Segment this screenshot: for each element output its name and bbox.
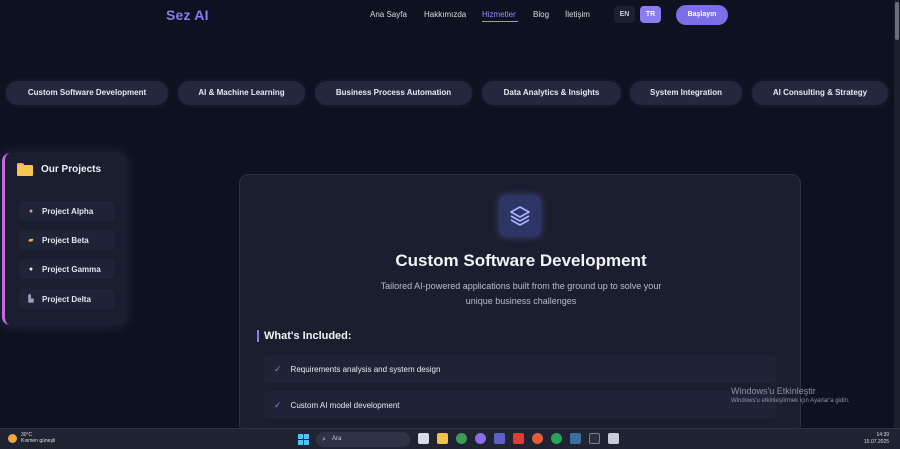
weather-desc: Kısmen güneşli	[21, 438, 56, 444]
whatsapp-icon[interactable]	[551, 433, 562, 444]
check-icon: ✓	[274, 399, 282, 410]
project-label: Project Gamma	[42, 264, 101, 274]
check-icon: ✓	[274, 363, 282, 374]
nav-spacer	[518, 10, 533, 22]
nav-link-services[interactable]: Hizmetler	[482, 10, 518, 22]
weather-sun-icon	[8, 433, 17, 443]
included-heading: What's Included:	[257, 330, 352, 342]
copilot-icon[interactable]	[475, 433, 486, 444]
feature-label: Custom AI model development	[290, 400, 400, 410]
logo[interactable]: Sez AI	[166, 7, 209, 23]
activation-watermark: Windows'u Etkinleştir Windows'u etkinleş…	[731, 386, 850, 404]
projects-header: Our Projects	[17, 163, 101, 176]
folder-icon	[17, 163, 33, 176]
watermark-title: Windows'u Etkinleştir	[731, 386, 816, 396]
service-tab-custom-software[interactable]: Custom Software Development	[6, 81, 168, 105]
steam-icon[interactable]	[570, 433, 581, 444]
service-tab-automation[interactable]: Business Process Automation	[315, 81, 472, 105]
lang-tr-button[interactable]: TR	[640, 6, 661, 23]
nav-link-home[interactable]: Ana Sayfa	[370, 10, 424, 22]
file-explorer-icon[interactable]	[437, 433, 448, 444]
projects-panel: Our Projects ● Project Alpha ▰ Project B…	[2, 153, 126, 325]
service-tab-data-analytics[interactable]: Data Analytics & Insights	[482, 81, 621, 105]
detail-title: Custom Software Development	[395, 251, 647, 270]
layers-icon	[499, 195, 541, 237]
feature-label: Requirements analysis and system design	[290, 364, 441, 374]
nav-link-about[interactable]: Hakkımızda	[424, 10, 482, 22]
project-label: Project Beta	[42, 235, 89, 245]
project-item-delta[interactable]: ▙ Project Delta	[19, 289, 115, 309]
factory-icon: ▙	[28, 296, 34, 303]
search-icon: ⌕	[322, 436, 326, 443]
clock-time: 14:39	[876, 432, 890, 438]
feature-item: ✓ Custom AI model development	[264, 391, 776, 419]
service-detail-card: Custom Software Development Tailored AI-…	[239, 174, 801, 428]
page: Sez AI Ana Sayfa Hakkımızda Hizmetler Bl…	[0, 0, 894, 428]
taskbar-search[interactable]: ⌕ Ara	[316, 432, 410, 447]
project-label: Project Alpha	[42, 206, 94, 216]
weather-widget[interactable]: 30°C Kısmen güneşli	[8, 432, 55, 444]
detail-description: Tailored AI-powered applications built f…	[380, 281, 662, 306]
chat-icon: ●	[28, 265, 34, 273]
service-tab-ai-ml[interactable]: AI & Machine Learning	[178, 81, 305, 105]
truck-icon: ▰	[28, 237, 34, 244]
nav-links: Ana Sayfa Hakkımızda Hizmetler Blog İlet…	[370, 10, 590, 22]
terminal-icon[interactable]	[589, 433, 600, 444]
lang-en-button[interactable]: EN	[614, 6, 635, 23]
youtube-icon[interactable]	[513, 433, 524, 444]
snipping-tool-icon[interactable]	[608, 433, 619, 444]
feature-item: ✓ Requirements analysis and system desig…	[264, 355, 776, 383]
windows-start-icon[interactable]	[298, 434, 309, 445]
teams-icon[interactable]	[494, 433, 505, 444]
taskbar: 30°C Kısmen güneşli ⌕ Ara 14:39 15.07.20…	[0, 428, 900, 449]
service-tab-system-integration[interactable]: System Integration	[630, 81, 742, 105]
scrollbar-thumb[interactable]	[895, 2, 899, 40]
brain-icon: ●	[28, 207, 34, 215]
projects-title: Our Projects	[41, 164, 102, 175]
search-placeholder: Ara	[332, 436, 342, 442]
clock-date: 15.07.2025	[864, 439, 890, 445]
task-view-icon[interactable]	[418, 433, 429, 444]
project-item-beta[interactable]: ▰ Project Beta	[19, 230, 115, 250]
nav-link-blog[interactable]: Blog	[533, 10, 565, 22]
watermark-subtitle: Windows'u etkinleştirmek için Ayarlar'a …	[731, 398, 850, 404]
system-clock[interactable]: 14:39 15.07.2025	[864, 432, 889, 446]
project-item-gamma[interactable]: ● Project Gamma	[19, 259, 115, 279]
navbar: Sez AI Ana Sayfa Hakkımızda Hizmetler Bl…	[0, 0, 894, 34]
page-scrollbar[interactable]	[894, 0, 900, 428]
service-tab-ai-consulting[interactable]: AI Consulting & Strategy	[752, 81, 888, 105]
nav-link-contact[interactable]: İletişim	[565, 10, 590, 22]
get-started-button[interactable]: Başlayın	[676, 5, 728, 25]
chrome-icon[interactable]	[456, 433, 467, 444]
project-item-alpha[interactable]: ● Project Alpha	[19, 201, 115, 221]
project-label: Project Delta	[42, 294, 91, 304]
browser-icon[interactable]	[532, 433, 543, 444]
